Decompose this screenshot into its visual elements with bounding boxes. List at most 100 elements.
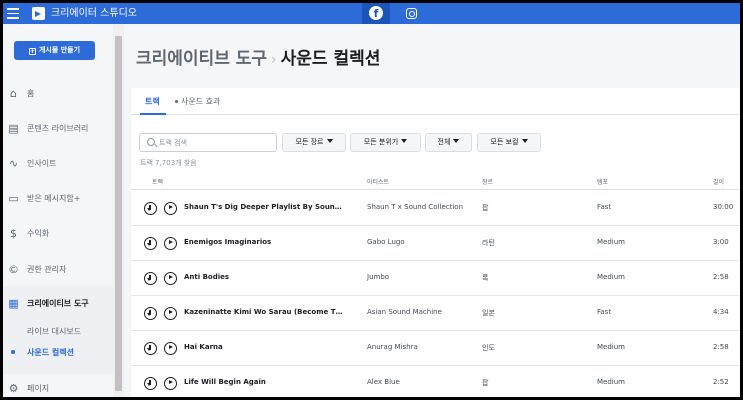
tracks-panel: 트랙 사운드 효과 모든 장르 모든 분위기 전체 모든 보컬 트랙 7,703… — [131, 88, 740, 397]
sidebar-item-label: 페이지 — [27, 384, 50, 393]
caret-down-icon — [326, 139, 333, 143]
tab-active-indicator — [140, 113, 166, 115]
track-artist: Anurag Mishra — [367, 343, 418, 351]
inbox-icon: ▭ — [8, 192, 19, 205]
sidebar-item-monetization[interactable]: $ 수익화 — [3, 223, 113, 245]
sidebar-item-insights[interactable]: ∿ 인사이트 — [3, 153, 113, 175]
tab-sound-effects[interactable]: 사운드 효과 — [175, 96, 220, 107]
tab-tracks[interactable]: 트랙 — [145, 96, 160, 107]
main-content: 크리에이티브 도구›사운드 컬렉션 트랙 사운드 효과 모든 장르 모든 분위기… — [124, 24, 740, 397]
download-icon[interactable] — [144, 237, 157, 250]
track-tempo: Fast — [597, 203, 612, 211]
track-artist: Gabo Lugo — [367, 238, 405, 246]
insights-icon: ∿ — [8, 157, 19, 170]
sidebar-item-label: 받은 메시지함+ — [27, 194, 81, 203]
table-row[interactable]: Shaun T's Dig Deeper Playlist By Sound..… — [131, 191, 740, 226]
table-row[interactable]: Enemigos Imaginarios Gabo Lugo 라틴 Medium… — [131, 226, 740, 261]
library-icon: ▤ — [8, 122, 19, 135]
breadcrumb-current: 사운드 컬렉션 — [280, 49, 381, 69]
facebook-icon: f — [369, 6, 383, 20]
track-title: Life Will Begin Again — [184, 378, 266, 386]
breadcrumb-separator-icon: › — [271, 52, 277, 68]
home-icon: ⌂ — [10, 87, 17, 100]
caret-down-icon — [453, 139, 460, 143]
create-post-button[interactable]: + 게시물 만들기 — [14, 41, 95, 60]
download-icon[interactable] — [144, 202, 157, 215]
search-input[interactable] — [159, 137, 269, 149]
download-icon[interactable] — [144, 342, 157, 355]
caret-down-icon — [521, 139, 528, 143]
track-tempo: Fast — [597, 308, 612, 316]
facebook-tab[interactable]: f — [362, 3, 390, 24]
column-header-duration: 길이 — [713, 179, 725, 186]
sidebar-item-creative-tools[interactable]: ▦ 크리에이티브 도구 — [3, 293, 113, 315]
track-artist: Jumbo — [367, 273, 390, 281]
track-title: Shaun T's Dig Deeper Playlist By Sound..… — [184, 203, 344, 211]
dot-icon — [175, 100, 178, 103]
download-icon[interactable] — [144, 272, 157, 285]
track-duration: 2:58 — [713, 273, 729, 281]
play-icon[interactable] — [164, 237, 177, 250]
track-genre: 일본 — [482, 309, 495, 317]
download-icon[interactable] — [144, 377, 157, 390]
sidebar-item-label: 인사이트 — [27, 159, 57, 168]
column-header-artist: 아티스트 — [367, 179, 390, 186]
track-duration: 30:00 — [713, 203, 734, 211]
breadcrumb-parent[interactable]: 크리에이티브 도구 — [136, 49, 267, 69]
track-tempo: Medium — [597, 273, 625, 281]
sidebar-item-pages[interactable]: ⚙ 페이지 — [3, 378, 113, 397]
table-row[interactable]: Hai Karna Anurag Mishra 인도 Medium 2:58 — [131, 331, 740, 366]
rights-icon: © — [8, 263, 19, 276]
play-icon[interactable] — [164, 272, 177, 285]
sidebar-item-label: 콘텐츠 라이브러리 — [27, 124, 89, 133]
track-tempo: Medium — [597, 343, 625, 351]
creator-studio-icon — [32, 7, 45, 20]
vocals-filter-label: 모든 보컬 — [490, 138, 519, 146]
track-genre: 라틴 — [482, 239, 495, 247]
genre-filter-label: 모든 장르 — [295, 138, 324, 146]
track-title: Anti Bodies — [184, 273, 230, 281]
sidebar-subitem-sound-collection[interactable]: 사운드 컬렉션 — [27, 347, 74, 358]
track-title: Enemigos Imaginarios — [184, 238, 272, 246]
tab-sound-effects-label: 사운드 효과 — [181, 97, 221, 106]
play-icon[interactable] — [164, 202, 177, 215]
track-genre: 인도 — [482, 344, 495, 352]
track-tempo: Medium — [597, 378, 625, 386]
sidebar-scrollbar-thumb[interactable] — [115, 36, 122, 391]
sidebar-item-home[interactable]: ⌂ 홈 — [3, 83, 113, 105]
mood-filter-label: 모든 분위기 — [363, 138, 399, 146]
track-artist: Shaun T x Sound Collection — [367, 203, 464, 211]
track-duration: 2:52 — [713, 378, 729, 386]
instagram-icon[interactable] — [406, 8, 417, 19]
track-duration: 2:58 — [713, 343, 729, 351]
sidebar-item-content-library[interactable]: ▤ 콘텐츠 라이브러리 — [3, 118, 113, 140]
vocals-filter-dropdown[interactable]: 모든 보컬 — [477, 133, 541, 152]
sidebar-item-label: 홈 — [27, 89, 35, 98]
genre-filter-dropdown[interactable]: 모든 장르 — [282, 133, 346, 152]
table-row[interactable]: Kazeninatte Kimi Wo Sarau (Become The...… — [131, 296, 740, 331]
menu-icon[interactable] — [7, 8, 19, 19]
sidebar: + 게시물 만들기 ⌂ 홈 ▤ 콘텐츠 라이브러리 ∿ 인사이트 ▭ 받은 메시지… — [3, 24, 113, 397]
duration-filter-label: 전체 — [437, 138, 451, 146]
sidebar-item-label: 권한 관리자 — [27, 265, 67, 274]
play-icon[interactable] — [164, 307, 177, 320]
column-header-genre: 장르 — [482, 179, 494, 186]
play-icon[interactable] — [164, 377, 177, 390]
duration-filter-dropdown[interactable]: 전체 — [425, 133, 472, 152]
sidebar-item-inbox[interactable]: ▭ 받은 메시지함+ — [3, 188, 113, 210]
play-icon[interactable] — [164, 342, 177, 355]
mood-filter-dropdown[interactable]: 모든 분위기 — [350, 133, 421, 152]
search-field[interactable] — [139, 133, 277, 152]
tab-bar: 트랙 사운드 효과 — [131, 88, 740, 115]
active-dot-icon — [11, 350, 15, 354]
column-header-track: 트랙 — [152, 179, 164, 186]
sidebar-subitem-live-dashboard[interactable]: 라이브 대시보드 — [27, 326, 81, 337]
caret-down-icon — [401, 139, 408, 143]
sidebar-item-rights-manager[interactable]: © 권한 관리자 — [3, 259, 113, 281]
table-row[interactable]: Life Will Begin Again Alex Blue 팝 Medium… — [131, 366, 740, 397]
table-row[interactable]: Anti Bodies Jumbo 록 Medium 2:58 — [131, 261, 740, 296]
download-icon[interactable] — [144, 307, 157, 320]
track-duration: 3:00 — [713, 238, 729, 246]
search-icon — [147, 138, 155, 146]
track-duration: 4:34 — [713, 308, 729, 316]
